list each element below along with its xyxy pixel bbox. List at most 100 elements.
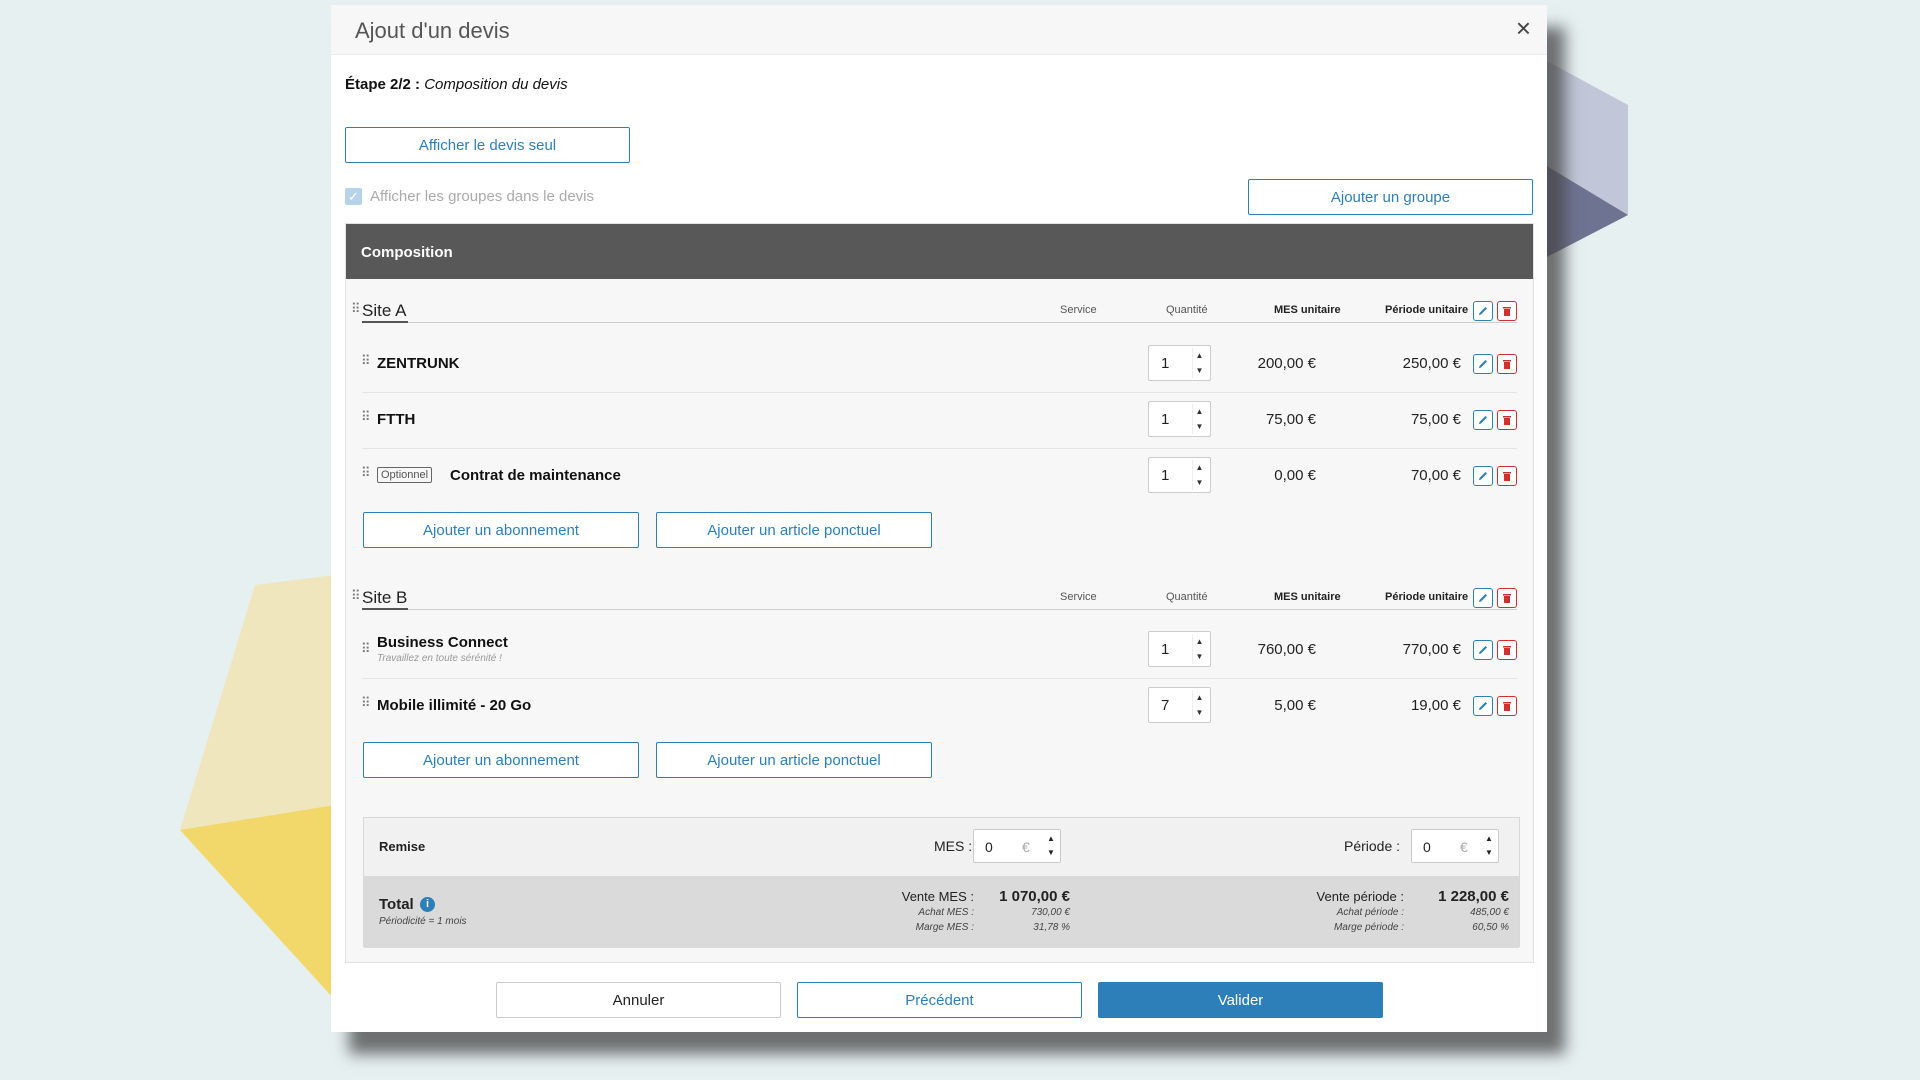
column-mes-unit: MES unitaire — [1274, 304, 1341, 316]
edit-item-button[interactable] — [1473, 410, 1493, 430]
margin-mes-value: 31,78 % — [1033, 922, 1070, 933]
sale-period-label: Vente période : — [1316, 889, 1404, 904]
step-indicator: Étape 2/2 : Composition du devis — [345, 76, 568, 93]
trash-icon — [1503, 416, 1511, 425]
item-mes-price: 760,00 € — [1257, 641, 1316, 658]
discount-row: Remise MES : 0 € ▲ ▼ Période : 0 € ▲ ▼ — [364, 818, 1519, 876]
item-name: ZENTRUNK — [377, 355, 460, 372]
spinner-icon[interactable]: ▲ ▼ — [1192, 348, 1206, 378]
spinner-icon[interactable]: ▲ ▼ — [1192, 404, 1206, 434]
column-period-unit: Période unitaire — [1385, 591, 1469, 603]
validate-button[interactable]: Valider — [1098, 982, 1383, 1018]
trash-icon — [1503, 594, 1511, 603]
column-quantity: Quantité — [1166, 591, 1208, 603]
discount-period-input[interactable]: 0 € ▲ ▼ — [1411, 829, 1499, 863]
delete-group-button[interactable] — [1497, 301, 1517, 321]
composition-header: Composition — [346, 224, 1533, 279]
spinner-icon[interactable]: ▲ ▼ — [1192, 690, 1206, 720]
total-row: Total i Périodicité = 1 mois Vente MES :… — [364, 876, 1519, 948]
quantity-stepper[interactable]: 1 ▲ ▼ — [1148, 401, 1211, 437]
quantity-stepper[interactable]: 7 ▲ ▼ — [1148, 687, 1211, 723]
checkbox-icon[interactable]: ✓ — [345, 188, 362, 205]
column-service: Service — [1060, 591, 1097, 603]
spinner-icon[interactable]: ▲ ▼ — [1045, 832, 1057, 860]
trash-icon — [1503, 646, 1511, 655]
delete-item-button[interactable] — [1497, 466, 1517, 486]
drag-handle-icon[interactable]: ⠿ — [361, 696, 370, 709]
edit-item-button[interactable] — [1473, 640, 1493, 660]
column-mes-unit: MES unitaire — [1274, 591, 1341, 603]
item-name: Contrat de maintenance — [450, 467, 621, 484]
delete-item-button[interactable] — [1497, 410, 1517, 430]
step-name: Composition du devis — [424, 76, 568, 93]
drag-handle-icon[interactable]: ⠿ — [361, 410, 370, 423]
item-subtitle: Travaillez en toute sérénité ! — [377, 653, 502, 664]
delete-item-button[interactable] — [1497, 696, 1517, 716]
periodicity-text: Périodicité = 1 mois — [379, 916, 467, 927]
cancel-button[interactable]: Annuler — [496, 982, 781, 1018]
info-icon[interactable]: i — [420, 897, 435, 912]
item-period-price: 250,00 € — [1402, 355, 1461, 372]
add-one-time-article-button[interactable]: Ajouter un article ponctuel — [656, 512, 932, 548]
edit-item-button[interactable] — [1473, 696, 1493, 716]
trash-icon — [1503, 702, 1511, 711]
composition-panel: Composition ⠿ Site A Service Quantité ME… — [345, 223, 1534, 963]
modal-title: Ajout d'un devis — [355, 18, 510, 43]
pencil-icon — [1479, 472, 1487, 480]
pencil-icon — [1479, 416, 1487, 424]
item-period-price: 770,00 € — [1402, 641, 1461, 658]
spinner-icon[interactable]: ▲ ▼ — [1192, 634, 1206, 664]
purchase-period-value: 485,00 € — [1470, 907, 1509, 918]
close-button[interactable]: × — [1516, 15, 1531, 41]
edit-item-button[interactable] — [1473, 354, 1493, 374]
item-name: Business Connect — [377, 634, 508, 651]
item-name: Mobile illimité - 20 Go — [377, 697, 532, 714]
item-period-price: 75,00 € — [1410, 411, 1461, 428]
add-one-time-article-button[interactable]: Ajouter un article ponctuel — [656, 742, 932, 778]
delete-group-button[interactable] — [1497, 588, 1517, 608]
item-mes-price: 75,00 € — [1265, 411, 1316, 428]
edit-group-button[interactable] — [1473, 301, 1493, 321]
group-divider — [362, 322, 1517, 323]
drag-handle-icon[interactable]: ⠿ — [361, 466, 370, 479]
previous-button[interactable]: Précédent — [797, 982, 1082, 1018]
optional-badge: Optionnel — [377, 467, 433, 483]
add-subscription-button[interactable]: Ajouter un abonnement — [363, 512, 639, 548]
show-groups-label: Afficher les groupes dans le devis — [370, 188, 595, 205]
discount-mes-label: MES : — [934, 838, 973, 854]
margin-period-value: 60,50 % — [1472, 922, 1509, 933]
sale-mes-label: Vente MES : — [901, 889, 974, 904]
row-divider — [362, 392, 1517, 393]
group-divider — [362, 609, 1517, 610]
edit-item-button[interactable] — [1473, 466, 1493, 486]
delete-item-button[interactable] — [1497, 640, 1517, 660]
item-period-price: 70,00 € — [1410, 467, 1461, 484]
spinner-icon[interactable]: ▲ ▼ — [1483, 832, 1495, 860]
show-groups-toggle[interactable]: ✓ Afficher les groupes dans le devis — [345, 188, 594, 205]
add-subscription-button[interactable]: Ajouter un abonnement — [363, 742, 639, 778]
quantity-stepper[interactable]: 1 ▲ ▼ — [1148, 457, 1211, 493]
modal-header: Ajout d'un devis × — [331, 5, 1547, 55]
pencil-icon — [1479, 360, 1487, 368]
spinner-icon[interactable]: ▲ ▼ — [1192, 460, 1206, 490]
edit-group-button[interactable] — [1473, 588, 1493, 608]
add-group-button[interactable]: Ajouter un groupe — [1248, 179, 1533, 215]
show-quote-only-button[interactable]: Afficher le devis seul — [345, 127, 630, 163]
pencil-icon — [1479, 702, 1487, 710]
quantity-stepper[interactable]: 1 ▲ ▼ — [1148, 631, 1211, 667]
discount-mes-input[interactable]: 0 € ▲ ▼ — [973, 829, 1061, 863]
quantity-stepper[interactable]: 1 ▲ ▼ — [1148, 345, 1211, 381]
totals-panel: Remise MES : 0 € ▲ ▼ Période : 0 € ▲ ▼ Tot… — [363, 817, 1520, 948]
drag-handle-icon[interactable]: ⠿ — [351, 302, 360, 315]
pencil-icon — [1479, 307, 1487, 315]
row-divider — [362, 448, 1517, 449]
delete-item-button[interactable] — [1497, 354, 1517, 374]
drag-handle-icon[interactable]: ⠿ — [351, 589, 360, 602]
item-mes-price: 200,00 € — [1257, 355, 1316, 372]
drag-handle-icon[interactable]: ⠿ — [361, 354, 370, 367]
column-quantity: Quantité — [1166, 304, 1208, 316]
drag-handle-icon[interactable]: ⠿ — [361, 642, 370, 655]
margin-period-label: Marge période : — [1333, 922, 1404, 933]
group-title-underline — [362, 608, 408, 610]
group-title: Site B — [362, 588, 408, 607]
